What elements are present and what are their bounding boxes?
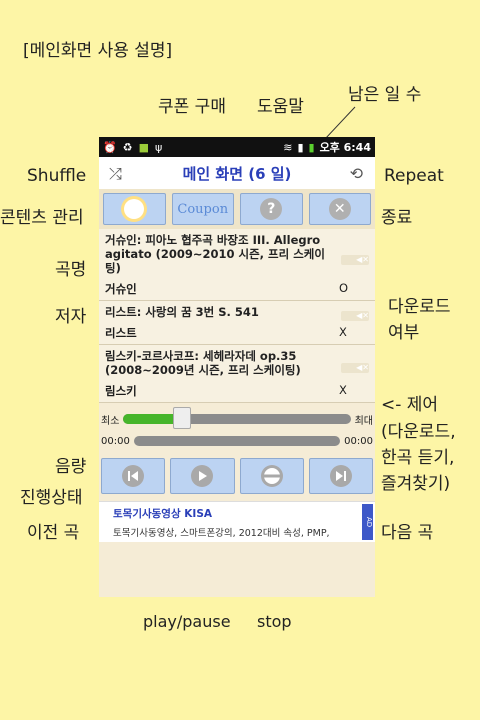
play-icon [191, 465, 214, 487]
play-pause-button[interactable] [170, 458, 235, 494]
close-icon: ✕ [328, 198, 351, 220]
control-annotation-2: (다운로드, [381, 422, 456, 442]
alarm-icon: ⏰ [103, 140, 117, 154]
screen-title: 메인 화면 (6 일) [182, 164, 292, 183]
sun-icon [124, 199, 145, 219]
author-annotation: 저자 [55, 307, 87, 327]
contents-annotation: 콘텐츠 관리 [0, 208, 84, 228]
ad-badge: AD [362, 504, 373, 540]
song-title: 리스트: 사랑의 꿈 3번 S. 541 [105, 305, 259, 319]
help-button[interactable]: ? [240, 193, 303, 225]
ad-text: 토목기사동영상, 스마트폰강의, 2012대비 속성, PMP, [113, 528, 330, 539]
prev-button[interactable] [101, 458, 166, 494]
coupon-annotation: 쿠폰 구매 [158, 97, 226, 117]
android-icon: ■ [138, 140, 149, 154]
prev-annotation: 이전 곡 [27, 523, 80, 543]
list-item[interactable]: 림스키-코르사코프: 세헤라자데 op.35 (2008~2009년 시즌, 프… [99, 345, 375, 403]
download-status: X [339, 383, 347, 397]
question-icon: ? [260, 198, 283, 220]
volume-max-label: 최대 [354, 415, 373, 427]
progress-start-time: 00:00 [101, 435, 130, 447]
exit-button[interactable]: ✕ [308, 193, 371, 225]
next-button[interactable] [308, 458, 373, 494]
download-status: X [339, 325, 347, 339]
help-annotation: 도움말 [257, 97, 304, 117]
progress-bar: 00:00 00:00 [99, 430, 375, 452]
volume-annotation: 음량 [55, 457, 87, 477]
progress-annotation: 진행상태 [20, 488, 83, 508]
phone-screen: ⏰ ♻ ■ ψ ≋ ▮ ▮ 오후 6:44 ⤮ 메인 화면 (6 일) ⟲ Co… [99, 137, 375, 597]
next-annotation: 다음 곡 [381, 523, 434, 543]
exit-annotation: 종료 [381, 208, 413, 228]
header-title: [메인화면 사용 설명] [23, 41, 173, 61]
status-bar: ⏰ ♻ ■ ψ ≋ ▮ ▮ 오후 6:44 [99, 137, 375, 157]
list-item[interactable]: 리스트: 사랑의 꿈 3번 S. 541 ◀✕ 리스트 X [99, 301, 375, 345]
song-title: 거슈인: 피아노 협주곡 바장조 III. Allegro agitato (2… [105, 233, 325, 275]
title-bar: ⤮ 메인 화면 (6 일) ⟲ [99, 157, 375, 189]
shuffle-annotation: Shuffle [27, 166, 87, 186]
list-item[interactable]: 거슈인: 피아노 협주곡 바장조 III. Allegro agitato (2… [99, 229, 375, 301]
recycle-icon: ♻ [122, 140, 133, 154]
play-pause-annotation: play/pause [143, 612, 231, 631]
shuffle-icon[interactable]: ⤮ [109, 164, 122, 184]
song-author: 림스키 [105, 384, 137, 398]
tag-icon[interactable]: ◀✕ [341, 363, 369, 373]
playback-controls [99, 452, 375, 498]
download-annotation-2: 여부 [388, 323, 420, 343]
tag-icon[interactable]: ◀✕ [341, 255, 369, 265]
stop-annotation: stop [257, 612, 292, 631]
stop-icon [260, 465, 283, 487]
song-list: 거슈인: 피아노 협주곡 바장조 III. Allegro agitato (2… [99, 229, 375, 403]
song-author: 거슈인 [105, 282, 137, 296]
volume-bar: 최소 최대 [99, 407, 375, 430]
song-title: 림스키-코르사코프: 세헤라자데 op.35 (2008~2009년 시즌, 프… [105, 349, 301, 377]
battery-icon: ▮ [308, 140, 315, 154]
volume-min-label: 최소 [101, 415, 120, 427]
stop-button[interactable] [239, 458, 304, 494]
repeat-annotation: Repeat [384, 166, 444, 186]
control-annotation-4: 즐겨찾기) [381, 474, 451, 494]
ad-banner[interactable]: 토목기사동영상 KISA 토목기사동영상, 스마트폰강의, 2012대비 속성,… [99, 501, 375, 542]
wifi-icon: ≋ [283, 140, 293, 154]
control-annotation-1: <- 제어 [381, 395, 439, 415]
prev-icon [122, 465, 145, 487]
song-name-annotation: 곡명 [55, 260, 87, 280]
volume-thumb[interactable] [173, 407, 192, 429]
usb-icon: ψ [154, 140, 163, 154]
download-annotation-1: 다운로드 [388, 297, 451, 317]
next-icon [329, 465, 352, 487]
control-annotation-3: 한곡 듣기, [381, 448, 455, 468]
coupon-label: Coupon [177, 201, 229, 217]
tag-icon[interactable]: ◀✕ [341, 311, 369, 321]
download-status: O [339, 281, 349, 295]
progress-slider[interactable] [133, 436, 341, 446]
status-time: 오후 6:44 [319, 141, 371, 154]
progress-end-time: 00:00 [344, 435, 373, 447]
days-left-annotation: 남은 일 수 [348, 85, 422, 105]
ad-title: 토목기사동영상 KISA [113, 508, 213, 520]
repeat-icon[interactable]: ⟲ [350, 164, 363, 183]
contents-button[interactable] [103, 193, 166, 225]
volume-slider[interactable] [123, 407, 351, 429]
toolbar: Coupon ? ✕ [99, 189, 375, 229]
song-author: 리스트 [105, 326, 137, 340]
coupon-button[interactable]: Coupon [171, 193, 234, 225]
signal-icon: ▮ [297, 140, 304, 154]
